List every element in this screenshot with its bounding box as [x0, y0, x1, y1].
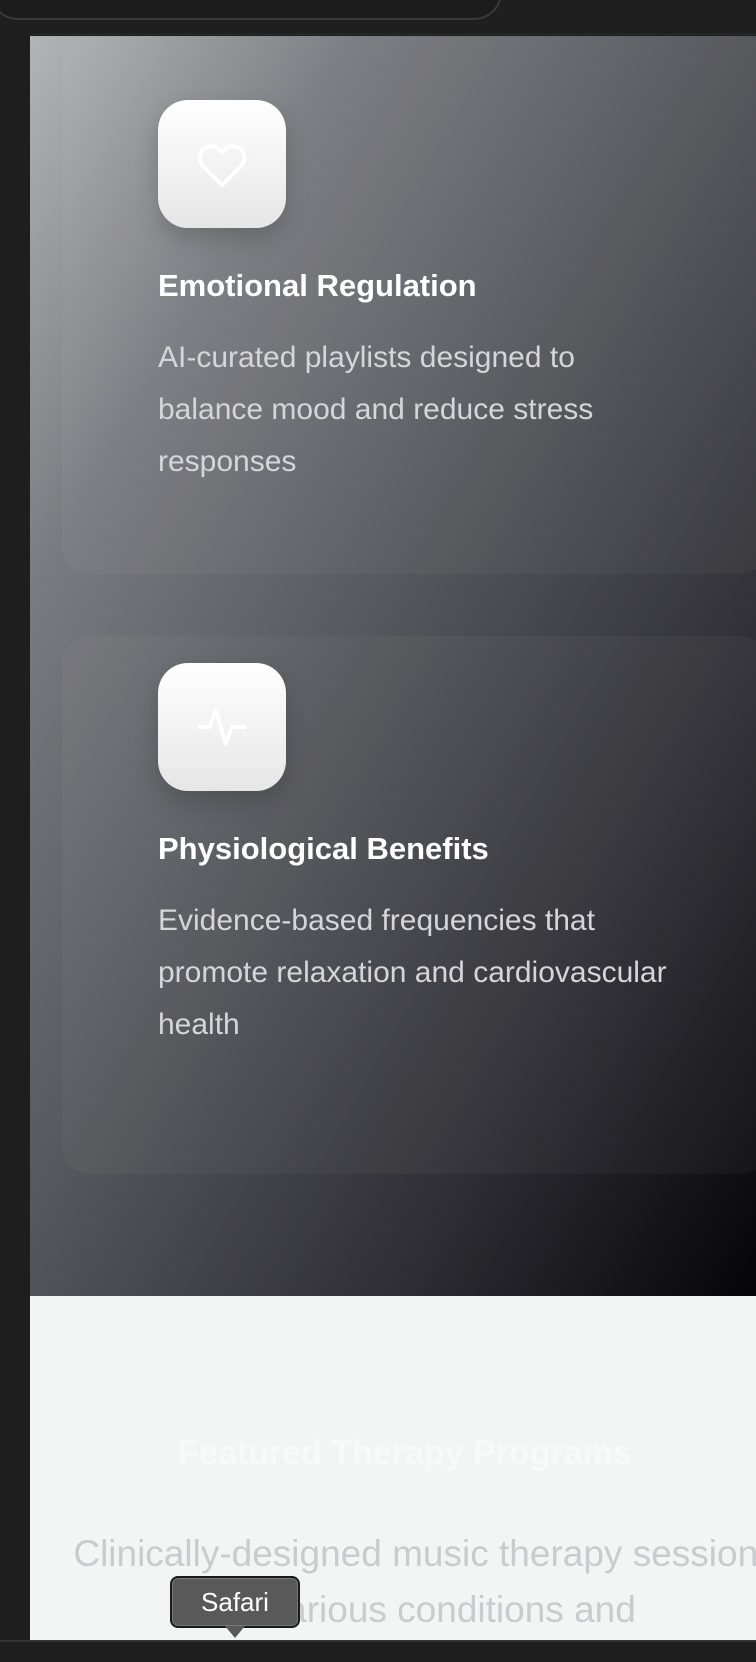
tooltip-arrow [225, 1626, 245, 1638]
feature-description: AI-curated playlists designed to balance… [158, 341, 594, 478]
dock-edge [0, 1640, 756, 1662]
heart-icon [197, 144, 247, 188]
browser-toolbar [0, 0, 756, 35]
featured-programs-section: Featured Therapy Programs Clinically-des… [30, 1296, 756, 1640]
feature-card-physiological-benefits: Physiological Benefits Evidence-based fr… [62, 636, 756, 1174]
dock-tooltip: Safari [170, 1576, 300, 1628]
feature-title: Physiological Benefits [158, 831, 489, 866]
feature-title: Emotional Regulation [158, 268, 477, 303]
feature-card-emotional-regulation: Emotional Regulation AI-curated playlist… [62, 36, 756, 574]
feature-icon-box [158, 663, 286, 791]
window-left-edge [0, 34, 30, 1644]
section-title: Featured Therapy Programs [178, 1434, 632, 1472]
address-bar[interactable] [0, 0, 502, 20]
pulse-icon [197, 708, 247, 746]
features-section: Emotional Regulation AI-curated playlist… [30, 36, 756, 1296]
feature-description: Evidence-based frequencies that promote … [158, 904, 667, 1041]
feature-icon-box [158, 100, 286, 228]
